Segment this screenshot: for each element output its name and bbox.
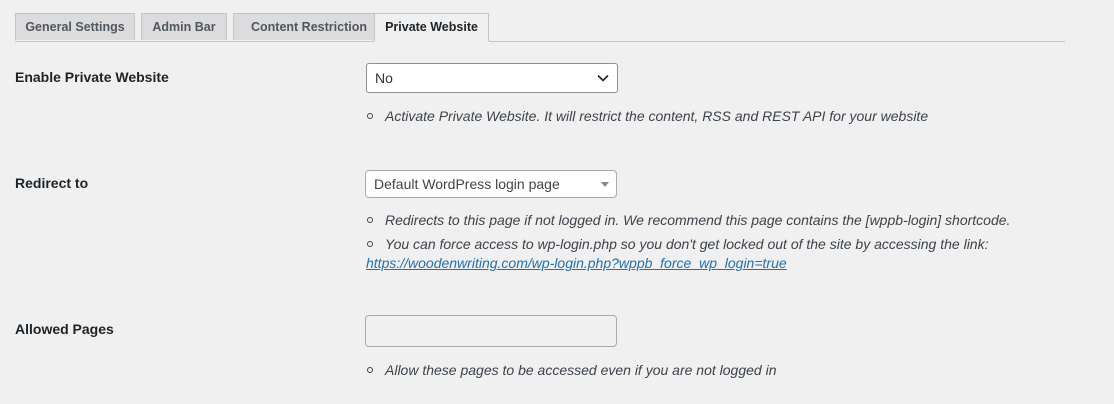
settings-tabs: General Settings Admin Bar Content Restr… — [15, 13, 1065, 42]
enable-private-website-select[interactable]: No — [366, 63, 618, 93]
hollow-circle-bullet-icon — [367, 367, 373, 374]
hollow-circle-bullet-icon — [367, 217, 373, 224]
redirect-description-2: You can force access to wp-login.php so … — [366, 236, 988, 252]
tab-private-website[interactable]: Private Website — [374, 13, 489, 42]
tab-admin-bar[interactable]: Admin Bar — [141, 13, 227, 40]
enable-private-website-label: Enable Private Website — [15, 69, 169, 85]
hollow-circle-bullet-icon — [367, 113, 373, 120]
chevron-down-icon — [597, 74, 609, 82]
tab-content-restriction[interactable]: Content Restriction — [233, 13, 385, 40]
enable-private-website-value: No — [375, 70, 393, 86]
allowed-pages-input[interactable] — [365, 315, 617, 347]
force-login-link-line: https://woodenwriting.com/wp-login.php?w… — [366, 255, 787, 271]
tab-general-settings[interactable]: General Settings — [15, 13, 135, 40]
hollow-circle-bullet-icon — [367, 241, 373, 248]
caret-down-icon — [601, 182, 609, 187]
redirect-description-1: Redirects to this page if not logged in.… — [366, 212, 1010, 228]
redirect-to-label: Redirect to — [15, 175, 89, 191]
enable-private-website-description: Activate Private Website. It will restri… — [366, 108, 928, 124]
redirect-to-select[interactable]: Default WordPress login page — [365, 170, 617, 198]
redirect-to-value: Default WordPress login page — [374, 176, 560, 192]
force-wp-login-link[interactable]: https://woodenwriting.com/wp-login.php?w… — [366, 255, 787, 271]
allowed-pages-label: Allowed Pages — [15, 321, 114, 337]
allowed-pages-description: Allow these pages to be accessed even if… — [366, 362, 776, 378]
